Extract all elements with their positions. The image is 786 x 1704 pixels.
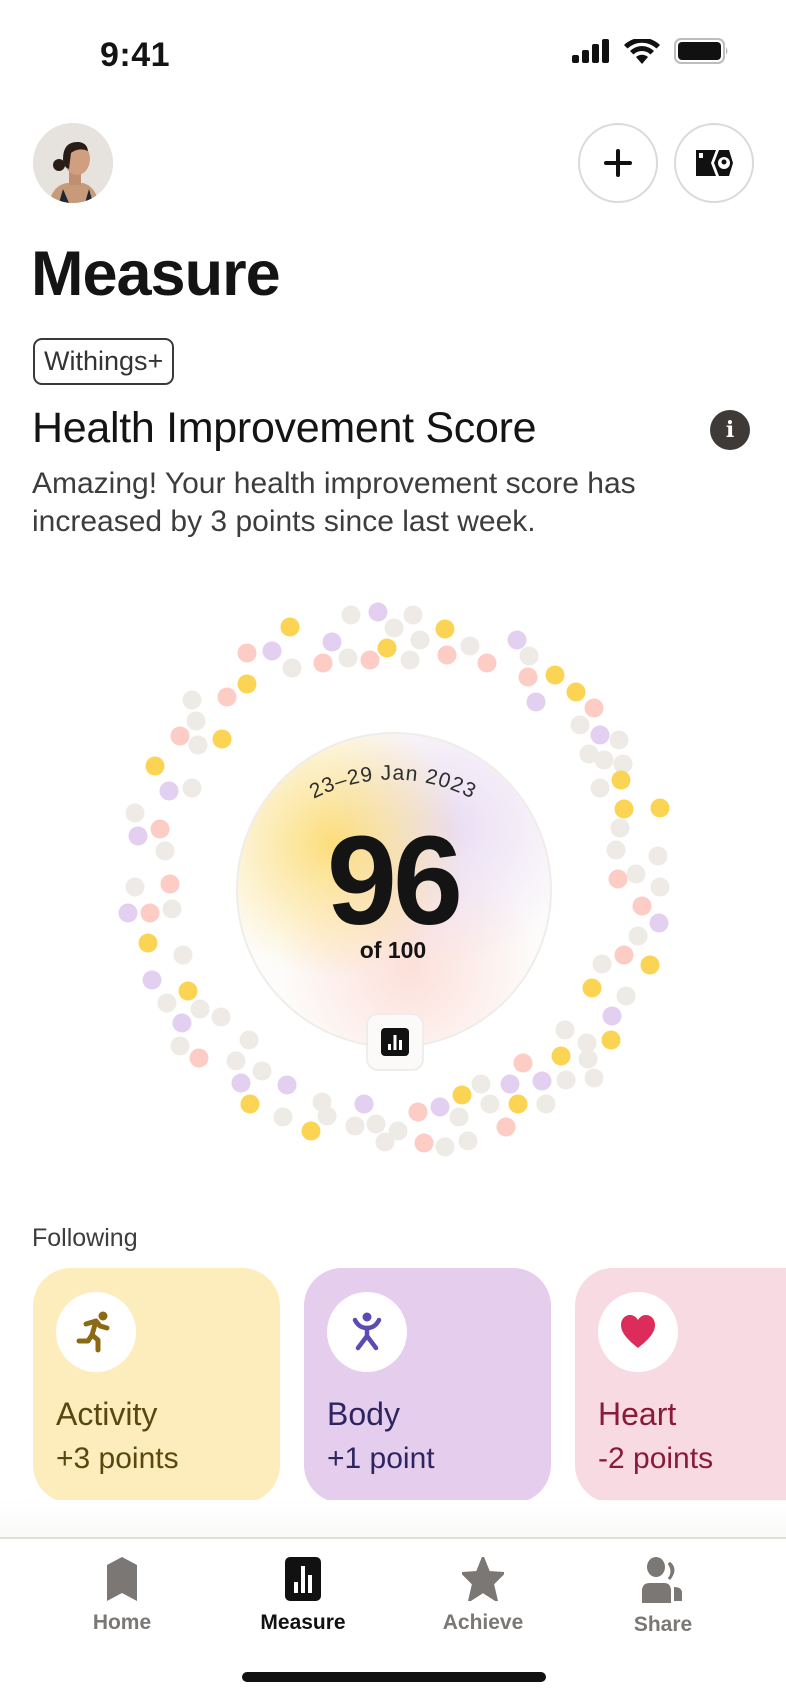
following-cards: Activity +3 points Body +1 point Heart -…: [33, 1268, 786, 1503]
score-max: of 100: [359, 937, 427, 963]
bar-chart-icon: [285, 1557, 321, 1601]
body-icon-circle: [327, 1292, 407, 1372]
profile-photo: [33, 123, 113, 203]
tab-measure[interactable]: Measure: [233, 1557, 373, 1635]
body-card[interactable]: Body +1 point: [304, 1268, 551, 1503]
scale-watch-device-icon: [696, 150, 733, 176]
tab-share-label: Share: [633, 1613, 693, 1636]
tab-achieve-label: Achieve: [442, 1611, 524, 1634]
home-indicator: [242, 1672, 546, 1682]
page-title: Measure: [31, 239, 281, 309]
score-heading: Health Improvement Score: [32, 404, 537, 452]
activity-icon-circle: [56, 1292, 136, 1372]
person-arms-up-icon: [352, 1312, 382, 1351]
devices-button[interactable]: [674, 123, 754, 203]
svg-text:23–29 Jan 2023: 23–29 Jan 2023: [306, 761, 480, 803]
heart-card[interactable]: Heart -2 points: [575, 1268, 786, 1503]
heart-icon: [621, 1315, 655, 1348]
heart-icon-circle: [598, 1292, 678, 1372]
date-range: 23–29 Jan 2023: [306, 761, 479, 803]
avatar[interactable]: [33, 123, 113, 203]
bar-chart-icon: [381, 1028, 409, 1056]
cellular-signal-icon: [572, 39, 609, 63]
tab-home[interactable]: Home: [52, 1557, 192, 1635]
battery-icon: [674, 38, 728, 64]
following-label: Following: [32, 1224, 138, 1252]
heart-title: Heart: [598, 1396, 677, 1432]
heart-points: -2 points: [598, 1442, 714, 1475]
tab-achieve[interactable]: Achieve: [413, 1557, 553, 1635]
add-measurement-button[interactable]: [578, 123, 658, 203]
plus-icon: [604, 149, 632, 177]
bookmark-home-icon: [107, 1557, 137, 1601]
running-person-icon: [76, 1311, 110, 1353]
body-title: Body: [327, 1396, 400, 1432]
status-icons: [572, 38, 730, 64]
activity-card[interactable]: Activity +3 points: [33, 1268, 280, 1503]
activity-title: Activity: [56, 1396, 158, 1432]
score-history-button[interactable]: [366, 1013, 424, 1071]
people-icon: [642, 1557, 682, 1603]
star-icon: [462, 1557, 504, 1601]
score-description: Amazing! Your health improvement score h…: [32, 467, 636, 538]
score-value: 96: [326, 810, 463, 951]
tabbar-fade: [0, 1500, 786, 1538]
activity-points: +3 points: [56, 1442, 179, 1475]
status-time: 9:41: [100, 36, 171, 74]
score-ring[interactable]: 23–29 Jan 2023 96 of 100: [0, 590, 786, 1180]
tab-share[interactable]: Share: [593, 1557, 733, 1637]
tab-measure-label: Measure: [260, 1611, 346, 1634]
tab-home-label: Home: [92, 1611, 152, 1634]
body-points: +1 point: [327, 1442, 435, 1475]
withings-plus-badge[interactable]: Withings+: [33, 338, 175, 385]
wifi-icon: [624, 38, 660, 64]
info-icon[interactable]: i: [710, 410, 750, 450]
